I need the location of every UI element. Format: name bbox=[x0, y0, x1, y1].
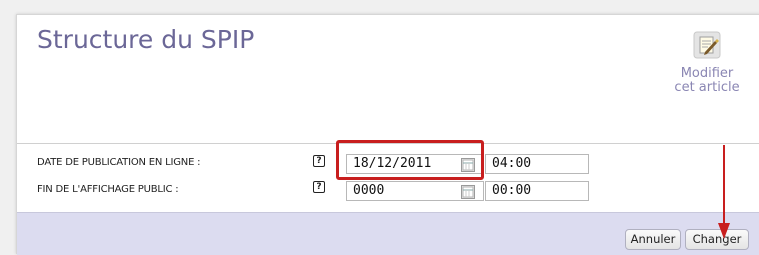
end-display-row: FIN DE L'AFFICHAGE PUBLIC : ? 0000 00:00 bbox=[17, 178, 759, 204]
form-footer: Annuler Changer bbox=[17, 212, 759, 255]
publication-date-label: DATE DE PUBLICATION EN LIGNE : bbox=[37, 157, 201, 168]
edit-article-label-line2: cet article bbox=[674, 80, 740, 95]
help-icon[interactable]: ? bbox=[313, 155, 325, 167]
edit-article-button[interactable]: Modifier cet article bbox=[671, 29, 743, 95]
cancel-button[interactable]: Annuler bbox=[625, 229, 681, 250]
edit-article-label-line1: Modifier bbox=[680, 66, 734, 81]
calendar-icon[interactable] bbox=[461, 185, 475, 199]
article-panel: Structure du SPIP Modifier cet article D… bbox=[16, 14, 759, 255]
publication-time-input[interactable]: 04:00 bbox=[485, 154, 589, 174]
page-title: Structure du SPIP bbox=[37, 25, 255, 54]
end-display-time-input[interactable]: 00:00 bbox=[485, 181, 589, 201]
date-highlight-box bbox=[336, 140, 484, 180]
annotation-arrow-icon bbox=[718, 145, 730, 239]
help-icon[interactable]: ? bbox=[313, 181, 325, 193]
edit-article-icon bbox=[693, 31, 721, 59]
end-display-label: FIN DE L'AFFICHAGE PUBLIC : bbox=[37, 184, 179, 195]
submit-button[interactable]: Changer bbox=[685, 229, 749, 250]
